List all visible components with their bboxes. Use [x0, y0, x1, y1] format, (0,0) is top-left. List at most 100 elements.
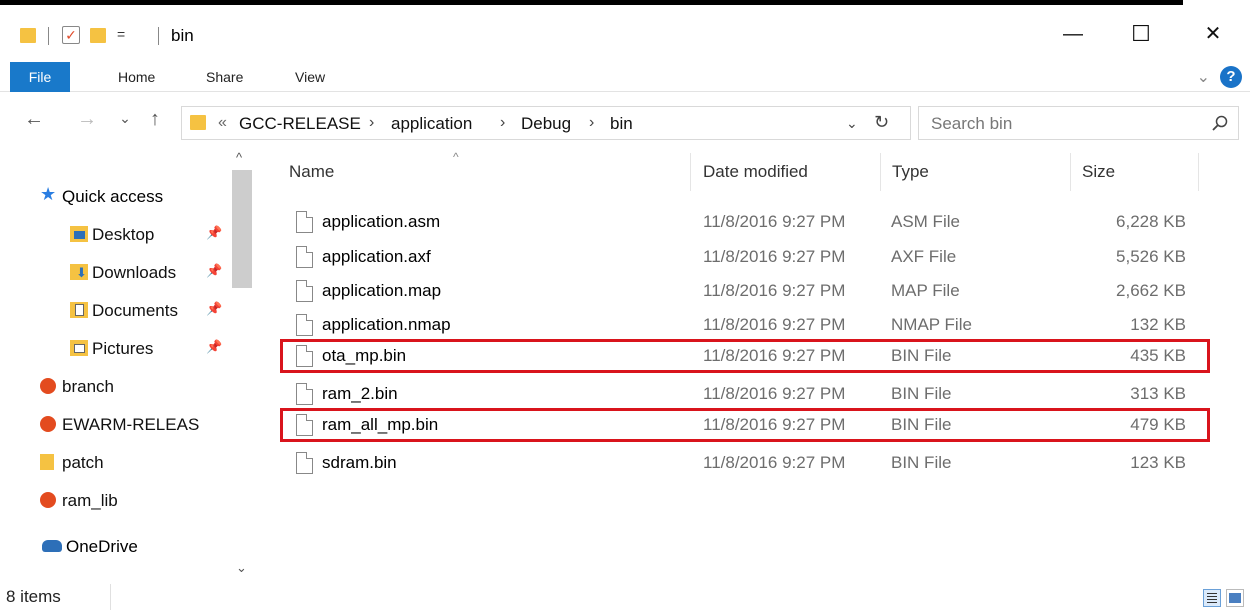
folder-icon [190, 115, 206, 130]
divider [110, 584, 111, 610]
sidebar-item-ewarm-release[interactable]: EWARM-RELEAS [0, 406, 228, 444]
tab-view[interactable]: View [295, 62, 325, 92]
sidebar-item-ram-lib[interactable]: ram_lib [0, 482, 228, 520]
address-bar[interactable]: « GCC-RELEASE › application › Debug › bi… [181, 106, 911, 140]
column-header-date-modified[interactable]: Date modified [703, 162, 808, 188]
column-header-size[interactable]: Size [1082, 162, 1115, 188]
pictures-folder-icon [70, 340, 88, 356]
column-divider[interactable] [1198, 153, 1199, 191]
sidebar-item-label: Downloads [92, 263, 177, 282]
pin-icon[interactable]: 📌 [206, 301, 222, 317]
details-view-icon[interactable] [1203, 589, 1221, 607]
column-header-name[interactable]: Name [289, 162, 334, 188]
file-type: BIN File [891, 384, 952, 403]
breadcrumb-application[interactable]: application [391, 114, 472, 134]
search-icon[interactable] [1212, 115, 1228, 131]
file-row[interactable]: application.asm 11/8/2016 9:27 PM ASM Fi… [280, 205, 1210, 239]
column-header-type[interactable]: Type [892, 162, 929, 188]
file-row[interactable]: sdram.bin 11/8/2016 9:27 PM BIN File 123… [280, 446, 1210, 480]
breadcrumb-separator-icon[interactable]: › [500, 114, 505, 132]
scroll-down-arrow-icon[interactable]: ⌄ [236, 560, 247, 576]
column-divider[interactable] [690, 153, 691, 191]
quick-access-label[interactable]: Quick access [62, 187, 163, 207]
help-icon[interactable]: ? [1220, 66, 1242, 88]
file-name: application.nmap [322, 315, 451, 334]
tab-home[interactable]: Home [118, 62, 155, 92]
file-row[interactable]: application.nmap 11/8/2016 9:27 PM NMAP … [280, 308, 1210, 342]
back-arrow-icon[interactable]: ← [22, 108, 46, 131]
file-row-highlighted[interactable]: ota_mp.bin 11/8/2016 9:27 PM BIN File 43… [280, 339, 1210, 373]
file-icon [296, 314, 313, 336]
search-placeholder: Search bin [931, 114, 1013, 133]
tab-file[interactable]: File [10, 62, 70, 92]
file-date: 11/8/2016 9:27 PM [703, 415, 846, 434]
breadcrumb-debug[interactable]: Debug [521, 114, 571, 134]
file-type: NMAP File [891, 315, 972, 334]
recent-locations-chevron-icon[interactable]: ⌄ [117, 110, 133, 127]
file-size: 123 KB [1130, 453, 1186, 472]
expand-ribbon-chevron-icon[interactable]: ⌄ [1197, 67, 1210, 87]
file-row[interactable]: ram_2.bin 11/8/2016 9:27 PM BIN File 313… [280, 377, 1210, 411]
file-size: 132 KB [1130, 315, 1186, 334]
sidebar-item-patch[interactable]: patch [0, 444, 228, 482]
file-row[interactable]: application.axf 11/8/2016 9:27 PM AXF Fi… [280, 240, 1210, 274]
overflow-chevron-icon[interactable]: « [218, 114, 227, 132]
sidebar-item-label: Documents [92, 301, 178, 320]
up-arrow-icon[interactable]: ↑ [144, 108, 166, 131]
file-icon [296, 280, 313, 302]
quick-access-toolbar-dropdown[interactable]: = [117, 26, 125, 42]
file-name: ota_mp.bin [322, 346, 407, 365]
file-icon [296, 383, 313, 405]
refresh-icon[interactable]: ↻ [874, 112, 889, 133]
file-name: ram_2.bin [322, 384, 398, 403]
minimize-button[interactable]: — [1050, 16, 1096, 52]
sidebar-item-onedrive[interactable]: OneDrive [66, 537, 138, 557]
column-divider[interactable] [880, 153, 881, 191]
column-divider[interactable] [1070, 153, 1071, 191]
file-icon [296, 414, 313, 436]
maximize-button[interactable]: ☐ [1118, 16, 1164, 52]
file-type: MAP File [891, 281, 960, 300]
tab-share[interactable]: Share [206, 62, 243, 92]
file-size: 313 KB [1130, 384, 1186, 403]
sidebar-item-pictures[interactable]: Pictures 📌 [0, 330, 228, 368]
sidebar-item-downloads[interactable]: ⬇ Downloads 📌 [0, 254, 228, 292]
breadcrumb-separator-icon[interactable]: › [369, 114, 374, 132]
pin-icon[interactable]: 📌 [206, 339, 222, 355]
sidebar-item-documents[interactable]: Documents 📌 [0, 292, 228, 330]
title-bar: ✓ = bin — ☐ ✕ [0, 18, 1250, 54]
file-icon [296, 211, 313, 233]
pin-icon[interactable]: 📌 [206, 263, 222, 279]
downloads-folder-icon: ⬇ [70, 264, 88, 280]
ribbon: File Home Share View ⌄ ? [0, 62, 1250, 92]
sidebar-item-label: ram_lib [62, 491, 118, 510]
file-name: sdram.bin [322, 453, 397, 472]
file-row-highlighted[interactable]: ram_all_mp.bin 11/8/2016 9:27 PM BIN Fil… [280, 408, 1210, 442]
large-icons-view-icon[interactable] [1226, 589, 1244, 607]
app-folder-icon [40, 378, 56, 394]
file-date: 11/8/2016 9:27 PM [703, 212, 846, 231]
file-type: AXF File [891, 247, 957, 266]
properties-check-icon[interactable]: ✓ [62, 26, 80, 44]
scroll-up-arrow-icon[interactable]: ^ [236, 150, 242, 165]
address-dropdown-chevron-icon[interactable]: ⌄ [846, 115, 858, 132]
window-title: bin [171, 26, 194, 45]
sidebar-item-branch[interactable]: branch [0, 368, 228, 406]
file-row[interactable]: application.map 11/8/2016 9:27 PM MAP Fi… [280, 274, 1210, 308]
file-size: 435 KB [1130, 346, 1186, 365]
new-folder-icon[interactable] [90, 28, 106, 43]
file-size: 5,526 KB [1116, 247, 1186, 266]
forward-arrow-icon[interactable]: → [75, 108, 99, 131]
breadcrumb-separator-icon[interactable]: › [589, 114, 594, 132]
breadcrumb-gcc-release[interactable]: GCC-RELEASE [239, 114, 361, 134]
close-button[interactable]: ✕ [1190, 16, 1236, 52]
file-name: application.map [322, 281, 442, 300]
file-name: application.asm [322, 212, 441, 231]
pin-icon[interactable]: 📌 [206, 225, 222, 241]
search-input[interactable]: Search bin [918, 106, 1239, 140]
sidebar-item-desktop[interactable]: Desktop 📌 [0, 216, 228, 254]
breadcrumb-bin[interactable]: bin [610, 114, 633, 134]
navpane-scrollbar-thumb[interactable] [232, 170, 252, 288]
app-folder-icon [40, 416, 56, 432]
file-icon [296, 345, 313, 367]
